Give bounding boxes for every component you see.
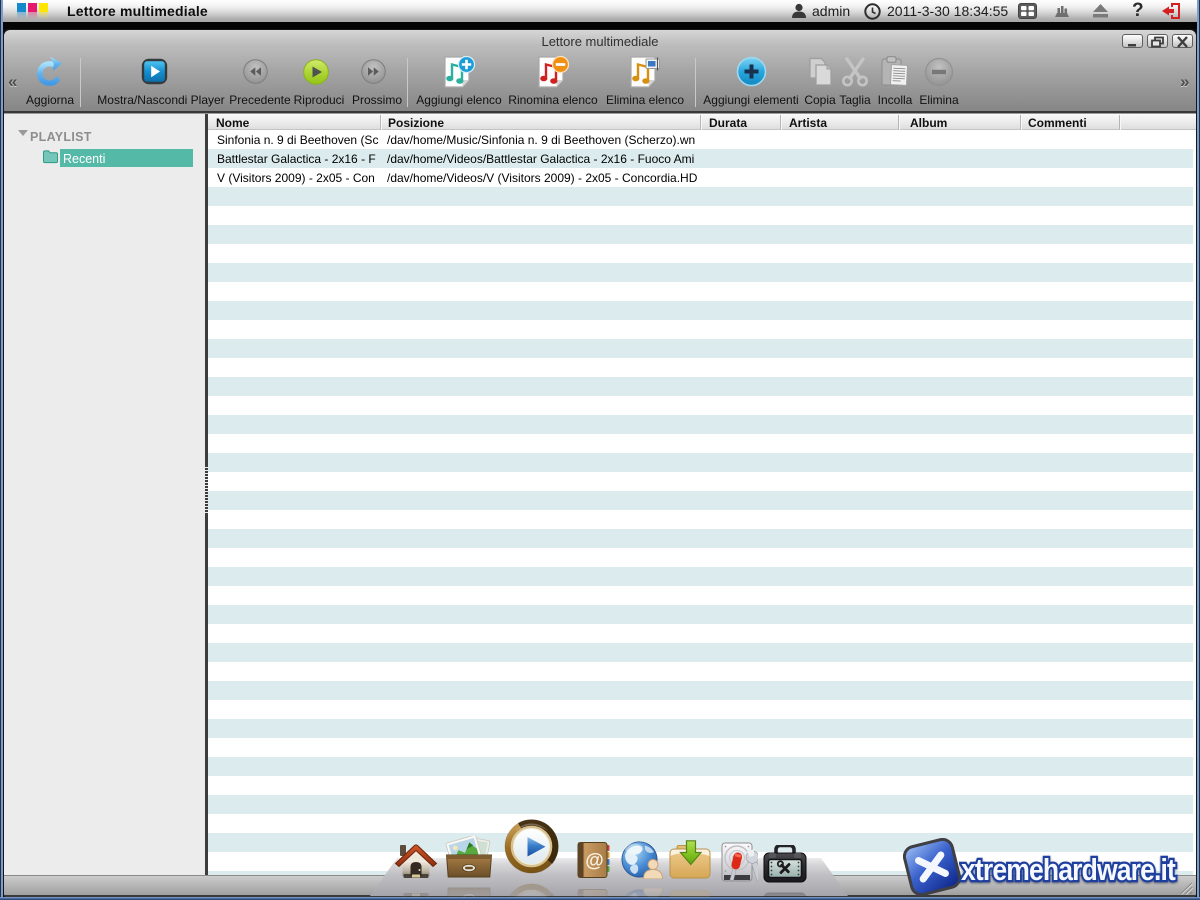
- svg-text:@: @: [585, 851, 604, 872]
- svg-text:xtremehardware.it: xtremehardware.it: [961, 852, 1176, 887]
